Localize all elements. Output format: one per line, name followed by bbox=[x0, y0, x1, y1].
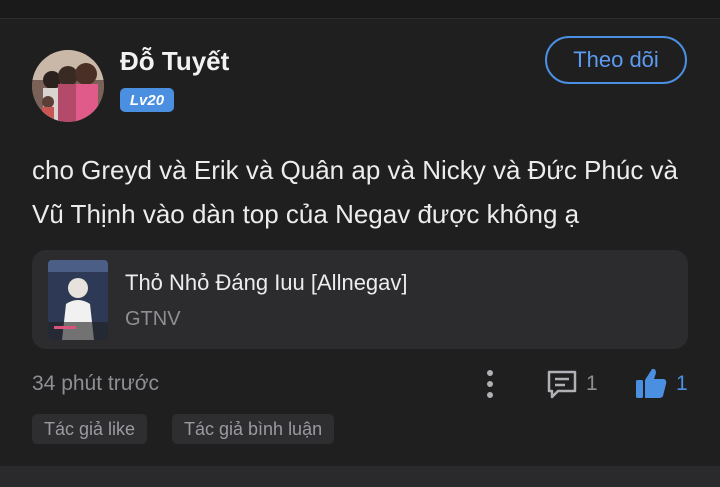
comment-text: cho Greyd và Erik và Quân ap và Nicky và… bbox=[32, 155, 679, 229]
tag-author-liked: Tác giả like bbox=[32, 414, 148, 444]
bottom-divider bbox=[0, 466, 720, 487]
timestamp: 34 phút trước bbox=[32, 372, 160, 395]
story-card[interactable]: Thỏ Nhỏ Đáng Iuu [Allnegav] GTNV bbox=[32, 250, 688, 349]
story-title: Thỏ Nhỏ Đáng Iuu [Allnegav] bbox=[125, 270, 408, 295]
reply-count: 1 bbox=[586, 372, 598, 395]
top-divider bbox=[0, 0, 720, 19]
story-cover bbox=[48, 260, 108, 340]
level-badge: Lv20 bbox=[120, 88, 174, 112]
like-count: 1 bbox=[676, 372, 688, 395]
user-avatar[interactable] bbox=[32, 50, 104, 122]
user-avatar-photo-icon bbox=[32, 50, 104, 122]
more-options-icon[interactable] bbox=[478, 368, 502, 400]
thumbs-up-icon[interactable] bbox=[634, 366, 668, 400]
reply-icon[interactable] bbox=[546, 368, 578, 400]
tag-author-replied: Tác giả bình luận bbox=[172, 414, 335, 444]
story-cover-image-icon bbox=[48, 260, 108, 340]
username[interactable]: Đỗ Tuyết bbox=[120, 46, 229, 77]
story-author: GTNV bbox=[125, 308, 181, 330]
follow-button[interactable]: Theo dõi bbox=[545, 36, 687, 84]
